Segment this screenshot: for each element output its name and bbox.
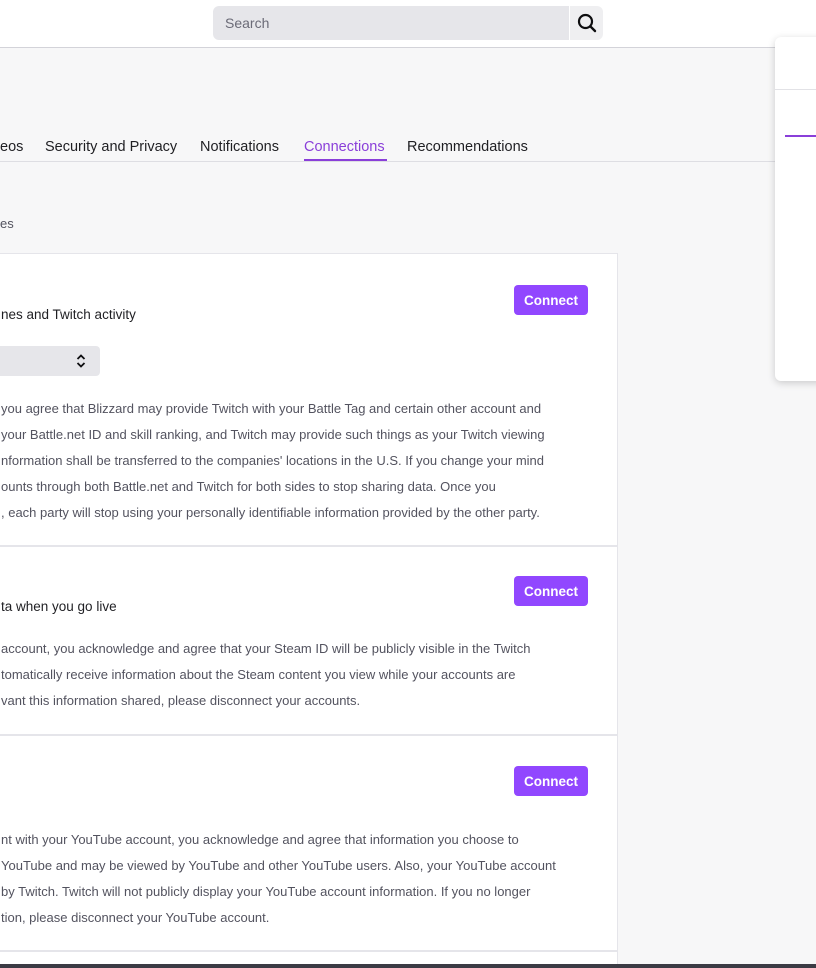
search-input[interactable]	[213, 6, 569, 40]
select-arrows-icon	[76, 354, 86, 368]
connect-button-battlenet[interactable]: Connect	[514, 285, 588, 315]
section-description: es	[0, 216, 14, 231]
tab-security-privacy[interactable]: Security and Privacy	[45, 139, 177, 155]
search-icon	[577, 13, 596, 33]
tab-recommendations[interactable]: Recommendations	[407, 139, 528, 155]
connection-card-battlenet: Connect nes and Twitch activity you agre…	[0, 253, 618, 546]
menu-divider	[775, 89, 816, 90]
connection-card-youtube: Connect nt with your YouTube account, yo…	[0, 735, 618, 951]
connection-description: account, you acknowledge and agree that …	[1, 641, 531, 708]
settings-tabs: eos Security and Privacy Notifications C…	[0, 136, 816, 162]
tab-connections[interactable]: Connections	[304, 139, 385, 155]
connection-description: you agree that Blizzard may provide Twit…	[1, 401, 545, 520]
window-bottom-edge	[0, 964, 816, 968]
tab-notifications[interactable]: Notifications	[200, 139, 279, 155]
user-menu-panel	[775, 37, 816, 381]
active-tab-indicator	[304, 159, 387, 161]
tab-videos[interactable]: eos	[0, 139, 23, 155]
connect-button-steam[interactable]: Connect	[514, 576, 588, 606]
connect-button-youtube[interactable]: Connect	[514, 766, 588, 796]
connection-card-steam: Connect ta when you go live account, you…	[0, 546, 618, 735]
top-nav-bar	[0, 0, 816, 48]
menu-active-indicator	[785, 135, 816, 137]
region-select[interactable]	[0, 346, 100, 376]
connection-subtitle: ta when you go live	[1, 599, 117, 614]
connection-subtitle: nes and Twitch activity	[1, 307, 136, 322]
search-button[interactable]	[570, 6, 603, 40]
connection-description: nt with your YouTube account, you acknow…	[1, 832, 556, 925]
